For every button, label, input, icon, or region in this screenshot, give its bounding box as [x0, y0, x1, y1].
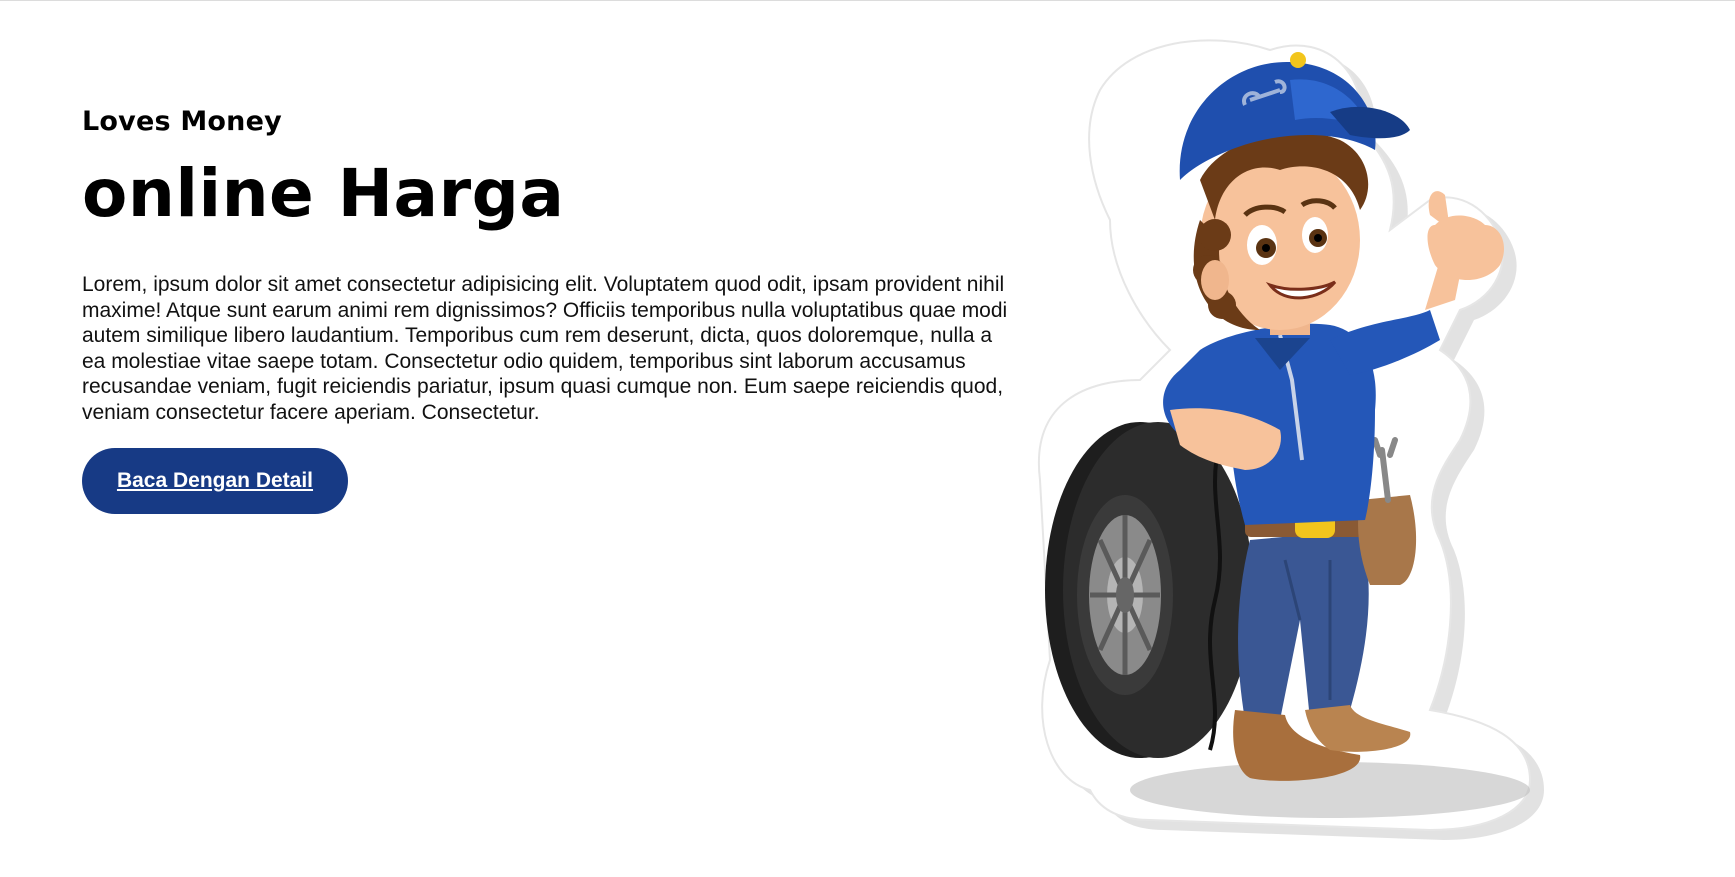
mechanic-boy-illustration: [1030, 20, 1630, 860]
hero-eyebrow: Loves Money: [82, 106, 282, 137]
top-divider: [0, 0, 1735, 1]
tire-icon: [1045, 422, 1253, 758]
read-detail-button[interactable]: Baca Dengan Detail: [82, 447, 348, 514]
hero-headline: online Harga: [82, 155, 565, 232]
hero-description: Lorem, ipsum dolor sit amet consectetur …: [82, 273, 1008, 424]
hero-section: Loves Money online Harga Lorem, ipsum do…: [82, 104, 1012, 514]
